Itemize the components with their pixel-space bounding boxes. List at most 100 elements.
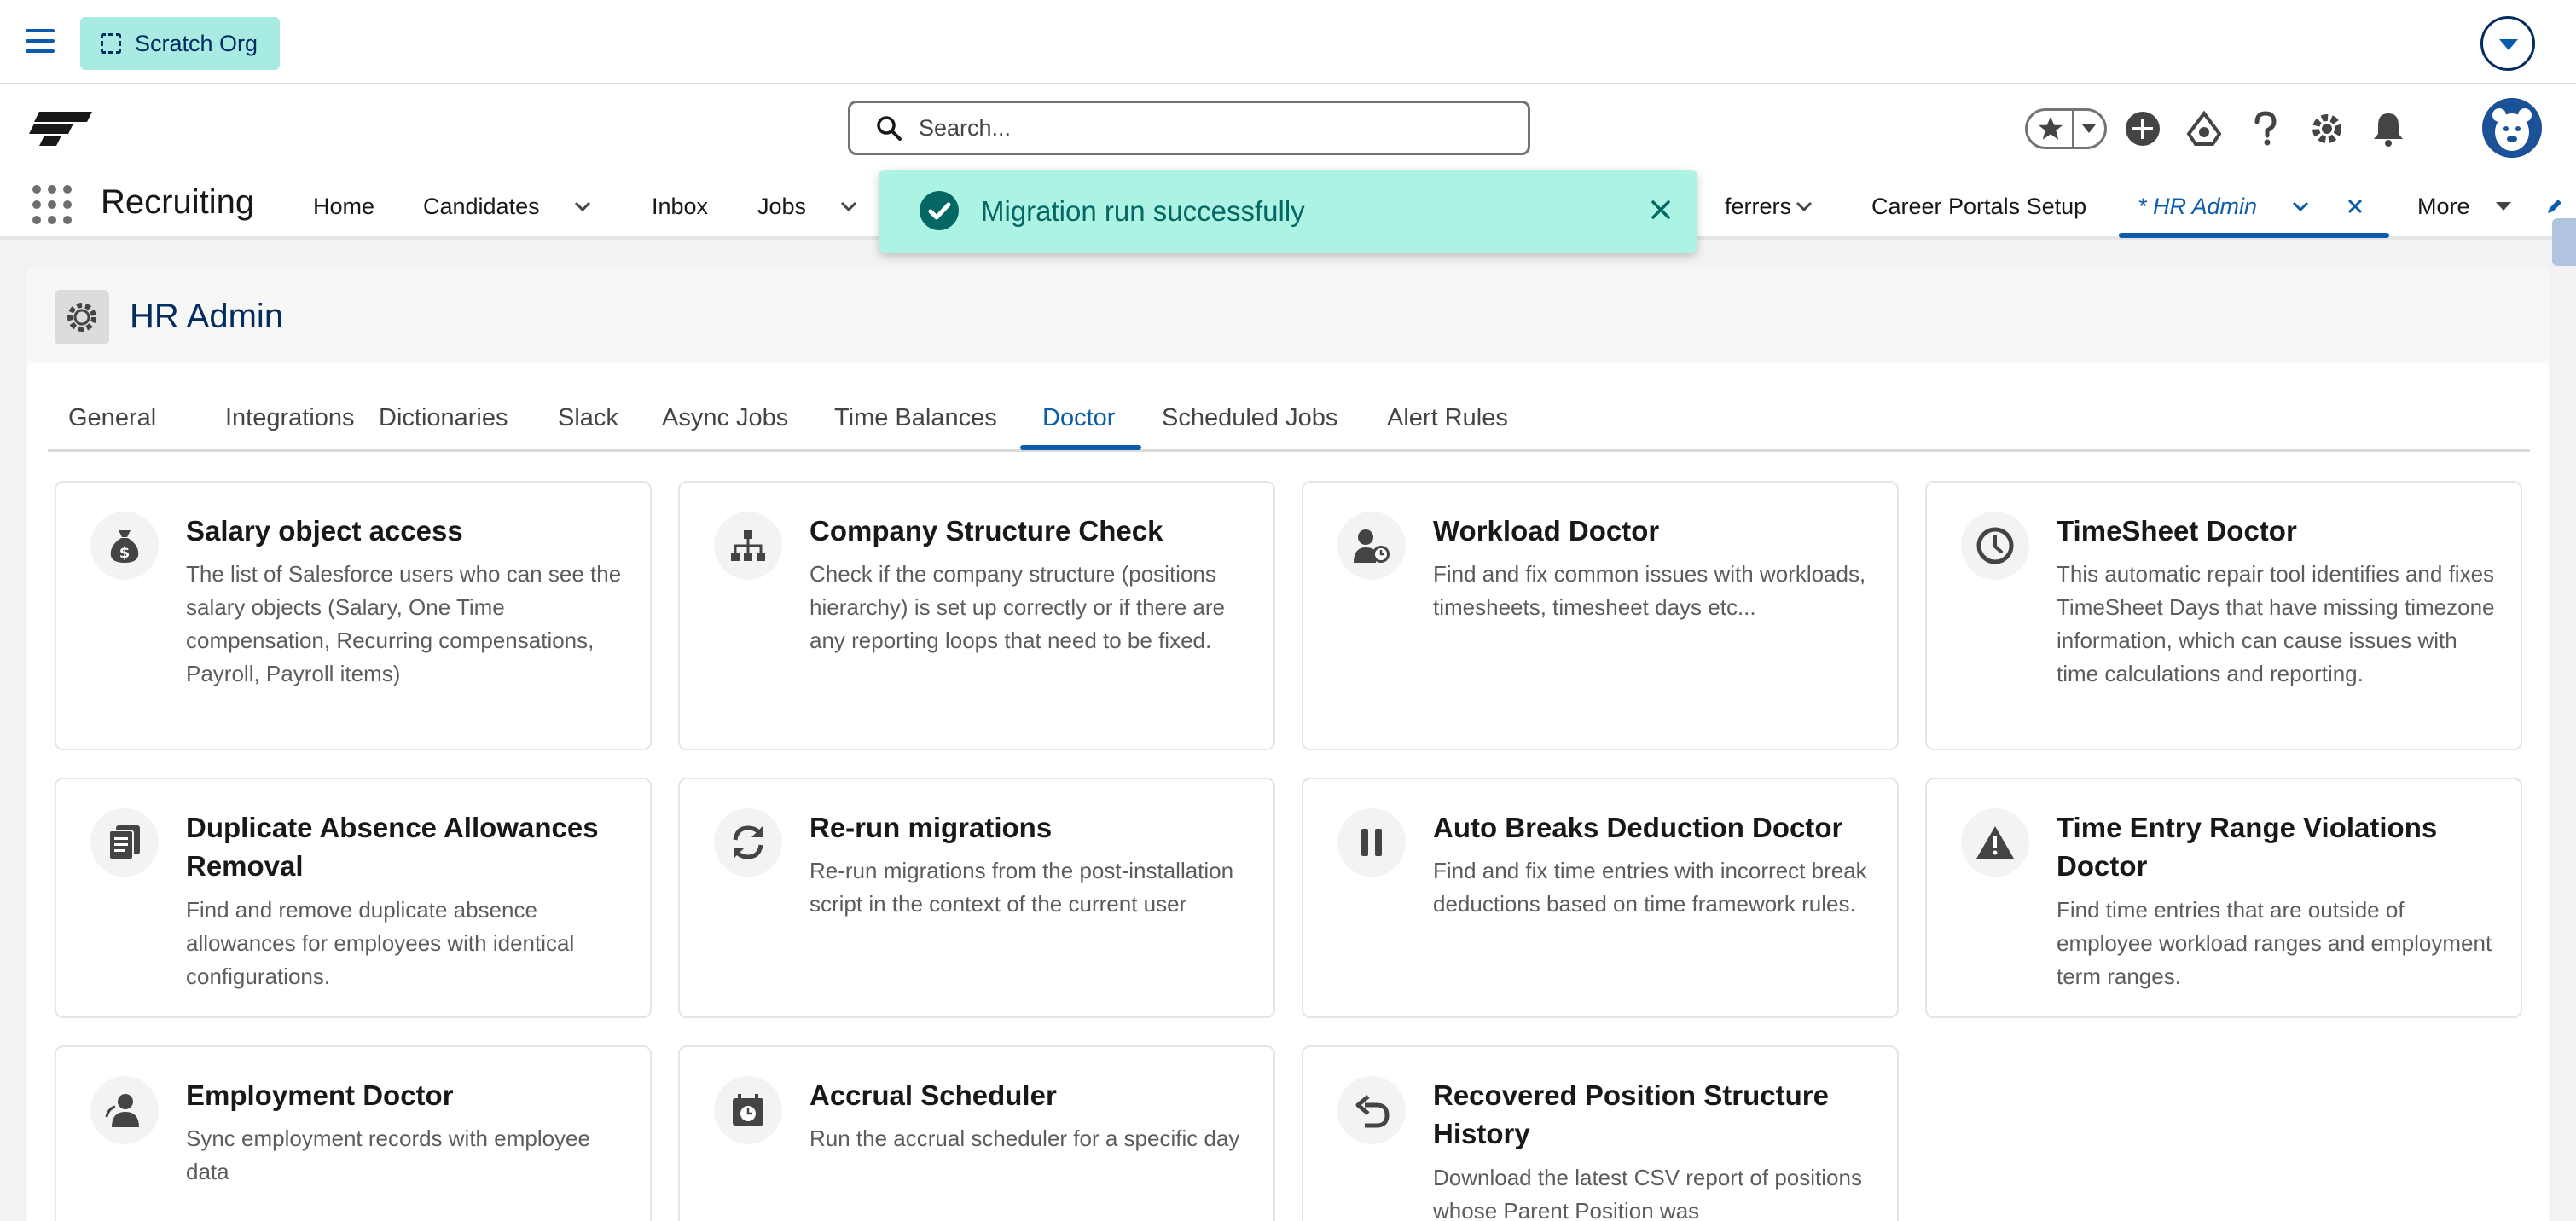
app-name-label: Recruiting [101,183,255,221]
global-search[interactable] [848,101,1530,155]
gear-icon [55,290,109,344]
warning-icon [1961,808,2029,877]
tile-title: Company Structure Check [809,515,1163,547]
doctor-tile-duplicate-absence-allowances-removal[interactable]: Duplicate Absence Allowances Removal Fin… [55,778,652,1018]
nav-item-career-portals-setup[interactable]: Career Portals Setup [1871,194,2086,220]
tab-integrations[interactable]: Integrations [225,404,355,432]
tab-dictionaries[interactable]: Dictionaries [379,404,508,432]
active-tab-indicator [2119,233,2389,238]
tab-alert-rules[interactable]: Alert Rules [1387,404,1508,432]
tile-description: Check if the company structure (position… [809,561,1225,653]
user-avatar[interactable] [2482,98,2542,158]
close-tab-icon[interactable] [2346,197,2364,216]
edit-nav-icon[interactable] [2545,197,2564,216]
tab-doctor[interactable]: Doctor [1042,404,1115,432]
doctor-tile-company-structure-check[interactable]: Company Structure Check Check if the com… [678,481,1275,750]
tile-description: The list of Salesforce users who can see… [186,561,622,686]
org-dropdown-button[interactable] [2480,16,2535,71]
tile-description: This automatic repair tool identifies an… [2057,561,2495,686]
chevron-down-icon [2082,124,2096,133]
doctor-tile-recovered-position-structure-history[interactable]: Recovered Position Structure History Dow… [1302,1045,1899,1221]
tile-title: Workload Doctor [1433,515,1660,547]
active-tab-underline [1020,445,1141,450]
page-header: HR Admin [27,268,2549,363]
tab-async-jobs[interactable]: Async Jobs [662,404,788,432]
calendar-clock-icon [714,1076,782,1144]
tile-title: Salary object access [186,515,463,547]
nav-item-referrers[interactable]: ferrers [1725,194,1791,220]
doctor-tile-employment-doctor[interactable]: Employment Doctor Sync employment record… [55,1045,652,1221]
tile-description: Run the accrual scheduler for a specific… [809,1126,1240,1151]
nav-item-inbox[interactable]: Inbox [652,194,708,220]
setup-button[interactable] [2301,103,2353,154]
nav-item-jobs[interactable]: Jobs [757,194,806,220]
tile-title: Duplicate Absence Allowances Removal [186,812,599,882]
search-icon [877,116,902,141]
header-actions [2025,103,2414,154]
tab-scheduled-jobs[interactable]: Scheduled Jobs [1162,404,1337,432]
tile-title: TimeSheet Doctor [2057,515,2297,547]
money-bag-icon: $ [90,512,159,580]
doctor-tile-timesheet-doctor[interactable]: TimeSheet Doctor This automatic repair t… [1925,481,2522,750]
doctor-tile-time-entry-range-violations-doctor[interactable]: Time Entry Range Violations Doctor Find … [1925,778,2522,1018]
tile-title: Re-run migrations [809,812,1053,843]
doctor-tile-workload-doctor[interactable]: Workload Doctor Find and fix common issu… [1302,481,1899,750]
tile-description: Download the latest CSV report of positi… [1433,1165,1862,1221]
add-icon [2126,112,2160,146]
nav-item-more[interactable]: More [2417,194,2470,220]
doctor-tile-salary-object-access[interactable]: $ Salary object access The list of Sales… [55,481,652,750]
close-icon[interactable] [1648,197,1674,223]
tile-description: Find and fix common issues with workload… [1433,561,1866,620]
trailhead-button[interactable] [2179,103,2230,154]
utility-panel-handle[interactable] [2552,218,2576,266]
chevron-down-icon[interactable] [2291,197,2310,216]
chevron-down-icon[interactable] [1795,197,1813,216]
svg-text:$: $ [119,544,131,562]
app-logo [29,112,92,146]
page-title: HR Admin [130,298,284,335]
nav-item-candidates[interactable]: Candidates [423,194,540,220]
app-name: Recruiting [101,183,254,222]
user-clock-icon [1337,512,1406,580]
doctor-tile-re-run-migrations[interactable]: Re-run migrations Re-run migrations from… [678,778,1275,1018]
nav-item-home[interactable]: Home [313,194,374,220]
star-icon [2038,116,2063,140]
toast-message: Migration run successfully [981,195,1305,227]
caret-down-icon[interactable] [2494,197,2513,216]
tile-title: Auto Breaks Deduction Doctor [1433,812,1843,843]
org-switcher[interactable]: Scratch Org [80,17,281,70]
success-icon [920,191,959,230]
org-name: Scratch Org [135,30,258,56]
help-button[interactable] [2240,103,2291,154]
tile-description: Sync employment records with employee da… [186,1126,590,1184]
user-sync-icon [90,1076,159,1144]
tile-description: Find and remove duplicate absence allowa… [186,897,575,989]
favorites-button[interactable] [2025,108,2107,149]
app-launcher-icon[interactable] [32,185,72,224]
tile-description: Find and fix time entries with incorrect… [1433,858,1867,917]
search-input[interactable] [919,114,1430,142]
doctor-tile-auto-breaks-deduction-doctor[interactable]: Auto Breaks Deduction Doctor Find and fi… [1302,778,1899,1018]
clock-icon [1961,512,2029,580]
bear-avatar-icon [2482,98,2542,158]
global-actions-button[interactable] [2117,103,2168,154]
chevron-down-icon[interactable] [573,197,592,216]
tile-title: Time Entry Range Violations Doctor [2057,812,2438,882]
help-icon [2254,111,2277,146]
undo-icon [1337,1076,1406,1144]
gear-icon [2312,114,2341,143]
menu-icon[interactable] [26,29,55,55]
document-icon [90,808,159,877]
nav-item-hr-admin[interactable]: * HR Admin [2138,194,2257,220]
notifications-button[interactable] [2363,103,2414,154]
global-header [0,84,2576,171]
doctor-tile-accrual-scheduler[interactable]: Accrual Scheduler Run the accrual schedu… [678,1045,1275,1221]
pause-icon [1337,808,1406,877]
tab-slack[interactable]: Slack [558,404,618,432]
bell-icon [2374,113,2403,147]
tile-title: Recovered Position Structure History [1433,1079,1829,1149]
chevron-down-icon[interactable] [839,197,858,216]
tab-time-balances[interactable]: Time Balances [834,404,997,432]
tab-general[interactable]: General [68,404,156,432]
tab-bar: General Integrations Dictionaries Slack … [48,392,2530,452]
